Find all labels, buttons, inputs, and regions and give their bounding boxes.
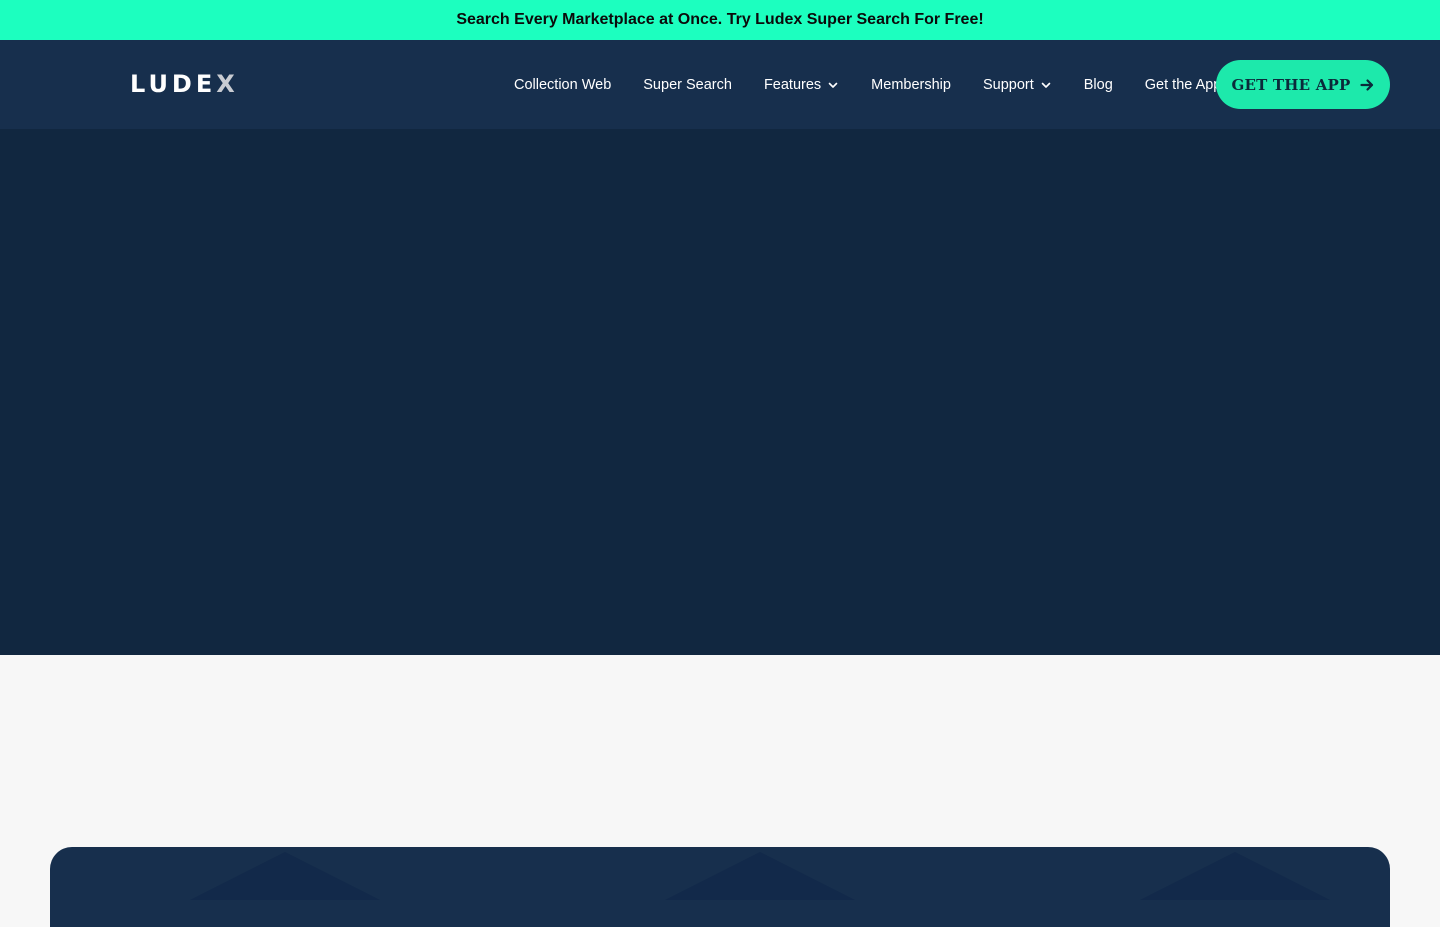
nav-label: Super Search — [643, 76, 732, 93]
nav-label: Collection Web — [514, 76, 612, 93]
nav-label: Membership — [871, 76, 951, 93]
nav-item-support[interactable]: Support — [983, 77, 1052, 93]
arrow-right-icon — [1359, 78, 1373, 91]
nav-item-membership[interactable]: Membership — [871, 77, 951, 93]
nav-item-blog[interactable]: Blog — [1084, 77, 1113, 93]
feature-card — [50, 847, 1390, 927]
logo-text: LUDE — [130, 70, 217, 98]
decorative-pattern — [190, 852, 1330, 900]
logo-accent: X — [216, 70, 239, 98]
nav-item-collection-web[interactable]: Collection Web — [514, 77, 611, 93]
nav-label: Get the App — [1144, 76, 1222, 93]
nav-item-get-the-app[interactable]: Get the App — [1145, 77, 1222, 93]
announcement-bar[interactable]: Search Every Marketplace at Once. Try Lu… — [0, 0, 1440, 40]
site-header: LUDE X Collection Web Super Search Featur… — [0, 40, 1440, 129]
nav-label: Support — [982, 76, 1034, 93]
nav-label: Blog — [1083, 76, 1113, 93]
nav-item-features[interactable]: Features — [764, 77, 839, 93]
nav-item-super-search[interactable]: Super Search — [643, 77, 732, 93]
chevron-down-icon — [828, 82, 838, 88]
get-the-app-button[interactable]: GET THE APP — [1216, 60, 1390, 109]
cta-label: GET THE APP — [1231, 75, 1351, 94]
hero-section — [0, 129, 1440, 655]
nav-label: Features — [763, 76, 822, 93]
ludex-logo[interactable]: LUDE X — [130, 70, 239, 98]
chevron-down-icon — [1041, 82, 1051, 88]
main-nav: Collection Web Super Search Features Mem… — [514, 40, 1221, 129]
announcement-text[interactable]: Search Every Marketplace at Once. Try Lu… — [456, 11, 983, 29]
